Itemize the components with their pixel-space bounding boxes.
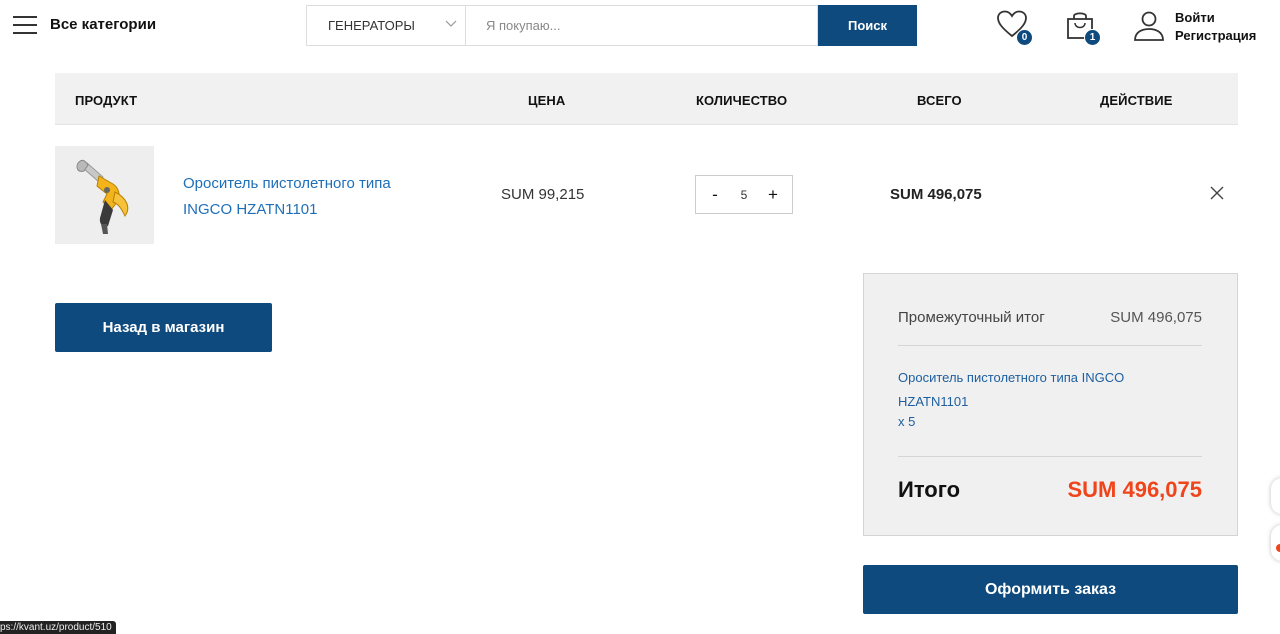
remove-item-button[interactable] (1209, 185, 1225, 201)
register-link[interactable]: Регистрация (1175, 28, 1256, 43)
login-link[interactable]: Войти (1175, 10, 1215, 25)
wishlist-button[interactable]: 0 (997, 10, 1033, 46)
product-image[interactable] (55, 146, 154, 244)
total-value: SUM 496,075 (1067, 477, 1202, 502)
close-icon (1210, 186, 1224, 200)
subtotal-label: Промежуточный итог (898, 309, 1045, 326)
notification-dot (1276, 544, 1280, 552)
chevron-down-icon (445, 20, 457, 27)
column-price: ЦЕНА (528, 93, 566, 108)
quantity-stepper: - 5 + (695, 175, 793, 214)
cart-button[interactable]: 1 (1065, 10, 1101, 46)
quantity-decrease-button[interactable]: - (708, 186, 722, 203)
menu-icon[interactable] (13, 15, 37, 35)
account-menu[interactable]: Войти Регистрация (1133, 8, 1273, 44)
cart-count-badge: 1 (1084, 29, 1101, 46)
column-action: ДЕЙСТВИЕ (1100, 93, 1173, 108)
quantity-value[interactable]: 5 (729, 188, 759, 202)
floating-widget-button[interactable] (1271, 525, 1280, 561)
header: Все категории ГЕНЕРАТОРЫ Поиск 0 1 Войти… (0, 0, 1280, 52)
column-total: ВСЕГО (917, 93, 962, 108)
column-product: ПРОДУКТ (75, 93, 138, 108)
product-price: SUM 99,215 (501, 186, 585, 203)
total-label: Итого (898, 477, 961, 502)
subtotal-value: SUM 496,075 (1110, 309, 1202, 326)
order-summary: Промежуточный итог SUM 496,075 Ороситель… (863, 273, 1238, 536)
all-categories-link[interactable]: Все категории (50, 16, 156, 33)
category-select[interactable]: ГЕНЕРАТОРЫ (306, 5, 465, 46)
checkout-button[interactable]: Оформить заказ (863, 565, 1238, 614)
quantity-increase-button[interactable]: + (766, 186, 780, 203)
summary-item-name: Ороситель пистолетного типа INGCO HZATN1… (898, 370, 1125, 409)
divider (898, 345, 1202, 346)
column-quantity: КОЛИЧЕСТВО (696, 93, 788, 108)
user-icon (1134, 11, 1164, 41)
wishlist-count-badge: 0 (1016, 29, 1033, 46)
search-input[interactable] (465, 5, 818, 46)
divider (898, 456, 1202, 457)
summary-item-qty: x 5 (898, 414, 916, 429)
product-name-link[interactable]: Ороситель пистолетного типа INGCO HZATN1… (183, 171, 423, 223)
category-select-value: ГЕНЕРАТОРЫ (328, 18, 415, 33)
search-bar: ГЕНЕРАТОРЫ Поиск (306, 5, 917, 46)
spray-gun-image (76, 159, 129, 234)
cart-table-header: ПРОДУКТ ЦЕНА КОЛИЧЕСТВО ВСЕГО ДЕЙСТВИЕ (55, 73, 1238, 125)
search-button[interactable]: Поиск (818, 5, 917, 46)
floating-widget-button[interactable] (1271, 478, 1280, 514)
back-to-shop-button[interactable]: Назад в магазин (55, 303, 272, 352)
status-bar-url: ps://kvant.uz/product/510 (0, 621, 116, 634)
product-total: SUM 496,075 (890, 186, 982, 203)
